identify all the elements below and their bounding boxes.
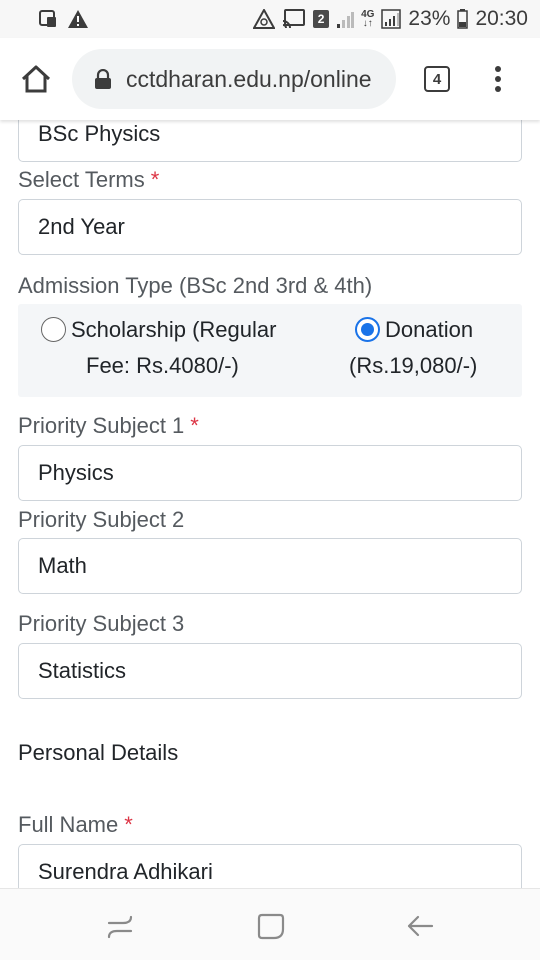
warning-icon bbox=[68, 10, 88, 28]
scholarship-label-line2[interactable]: Fee: Rs.4080/-) bbox=[86, 348, 239, 384]
url-text: cctdharan.edu.np/online bbox=[126, 65, 372, 92]
network-type: 4G ↓↑ bbox=[361, 9, 375, 29]
priority-subject-2-label: Priority Subject 2 bbox=[18, 507, 185, 532]
screenshot-notification-icon bbox=[38, 9, 58, 29]
program-field[interactable]: BSc Physics bbox=[18, 120, 522, 162]
home-nav-icon[interactable] bbox=[256, 911, 286, 941]
overflow-menu-icon[interactable] bbox=[488, 62, 508, 96]
priority-subject-3-select[interactable]: Statistics bbox=[18, 643, 522, 699]
priority-subject-3-label: Priority Subject 3 bbox=[18, 611, 185, 636]
system-nav-bar bbox=[0, 888, 540, 960]
battery-icon bbox=[457, 9, 469, 29]
status-bar: 2 4G ↓↑ 23% 20:30 bbox=[0, 0, 540, 38]
admission-type-label: Admission Type (BSc 2nd 3rd & 4th) bbox=[18, 273, 373, 298]
terms-select[interactable]: 2nd Year bbox=[18, 199, 522, 255]
cast-icon bbox=[282, 9, 306, 29]
form-content: BSc Physics Select Terms * 2nd Year Admis… bbox=[0, 120, 540, 888]
data-saver-icon bbox=[253, 9, 276, 29]
personal-details-heading: Personal Details bbox=[18, 740, 179, 765]
clock: 20:30 bbox=[475, 7, 528, 30]
home-icon[interactable] bbox=[20, 64, 52, 94]
priority-subject-2-select[interactable]: Math bbox=[18, 538, 522, 594]
admission-type-group: Scholarship (Regular Fee: Rs.4080/-) Don… bbox=[18, 304, 522, 397]
donation-label-line1[interactable]: Donation bbox=[385, 312, 473, 348]
lock-icon bbox=[94, 68, 112, 89]
priority-subject-1-label: Priority Subject 1 * bbox=[18, 413, 199, 438]
scholarship-radio[interactable] bbox=[41, 317, 66, 342]
browser-toolbar: cctdharan.edu.np/online 4 bbox=[0, 38, 540, 120]
signal-icon bbox=[381, 9, 402, 29]
scholarship-label-line1[interactable]: Scholarship (Regular bbox=[71, 312, 276, 348]
tab-switcher-button[interactable]: 4 bbox=[424, 66, 450, 92]
recent-apps-icon[interactable] bbox=[105, 911, 135, 941]
back-icon[interactable] bbox=[405, 911, 435, 941]
full-name-label: Full Name * bbox=[18, 812, 133, 837]
donation-radio[interactable] bbox=[355, 317, 380, 342]
battery-percent: 23% bbox=[408, 7, 451, 30]
priority-subject-1-select[interactable]: Physics bbox=[18, 445, 522, 501]
donation-label-line2[interactable]: (Rs.19,080/-) bbox=[349, 348, 477, 384]
full-name-input[interactable]: Surendra Adhikari bbox=[18, 844, 522, 888]
signal-weak-icon bbox=[336, 10, 355, 28]
sim-badge: 2 bbox=[313, 10, 330, 28]
terms-label: Select Terms * bbox=[18, 167, 160, 192]
address-bar[interactable]: cctdharan.edu.np/online bbox=[72, 49, 396, 109]
